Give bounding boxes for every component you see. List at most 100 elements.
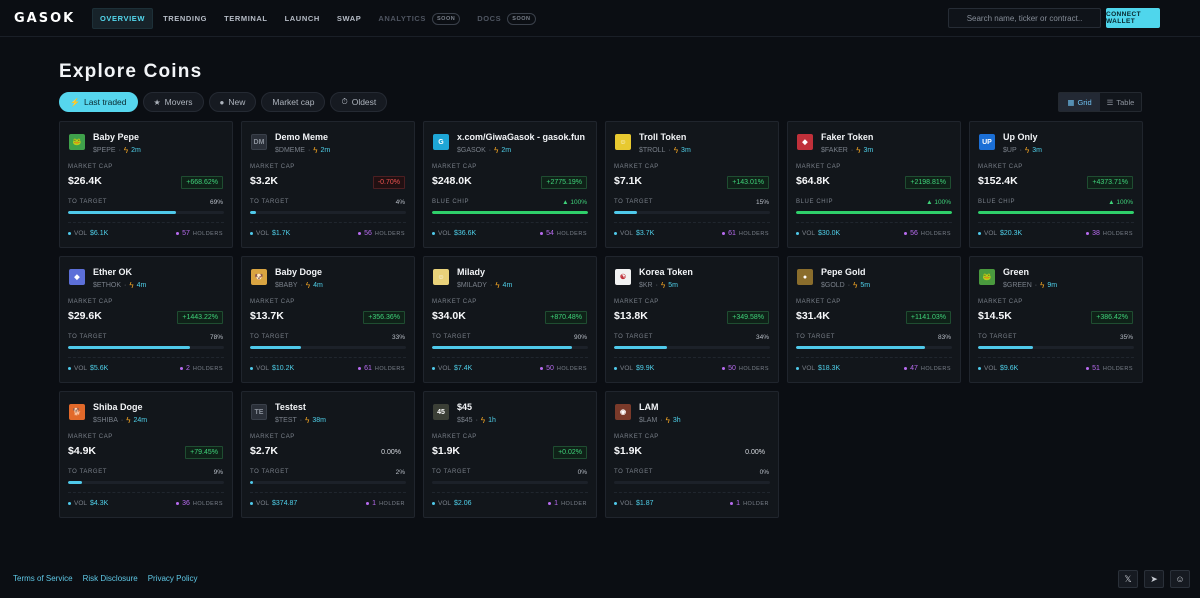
volume-dot-icon: [978, 232, 981, 235]
volume-value: $18.3K: [818, 365, 841, 372]
holders: 56 HOLDERS: [358, 230, 405, 237]
nav-swap[interactable]: SWAP: [330, 8, 369, 29]
coin-card[interactable]: TE Testest $TEST · ϟ 38m MARKET CAP $2.7…: [241, 391, 415, 518]
coin-age: 3m: [863, 147, 874, 154]
volume-dot-icon: [250, 502, 253, 505]
coin-card[interactable]: ◉ LAM $LAM · ϟ 3h MARKET CAP $1.9K 0.00%…: [605, 391, 779, 518]
coin-avatar: UP: [979, 134, 995, 150]
coin-card[interactable]: ◆ Ether OK $ETHOK · ϟ 4m MARKET CAP $29.…: [59, 256, 233, 383]
market-cap-value: $4.9K: [68, 445, 97, 457]
card-divider: [796, 222, 952, 223]
filter-market-cap[interactable]: Market cap: [261, 92, 326, 112]
coin-name: Shiba Doge: [93, 402, 143, 412]
holders-count: 47: [910, 365, 918, 372]
volume-value: $20.3K: [1000, 230, 1023, 237]
holders: 54 HOLDERS: [540, 230, 587, 237]
coin-avatar: G: [433, 134, 449, 150]
volume-dot-icon: [432, 502, 435, 505]
target-progress-fill: [796, 346, 926, 349]
volume-value: $5.6K: [90, 365, 109, 372]
target-label: TO TARGET: [432, 469, 472, 475]
coin-meta: $DMEME · ϟ 2m: [275, 146, 331, 155]
nav-terminal[interactable]: TERMINAL: [217, 8, 275, 29]
holders-count: 50: [546, 365, 554, 372]
market-cap-value: $13.7K: [250, 310, 284, 322]
nav-docs[interactable]: DOCS SOON: [470, 8, 542, 29]
table-view-button[interactable]: ☰ Table: [1100, 93, 1141, 111]
target-percent: 35%: [1119, 334, 1133, 341]
bot-icon[interactable]: ☺: [1170, 570, 1190, 588]
brand-logo[interactable]: GASOK: [14, 11, 75, 26]
coin-ticker: $ETHOK: [93, 282, 122, 289]
volume: VOL $7.4K: [432, 365, 472, 372]
bolt-icon: ϟ: [129, 281, 134, 290]
target-label: BLUE CHIP: [978, 199, 1016, 205]
coin-card[interactable]: ☺ Milady $MILADY · ϟ 4m MARKET CAP $34.0…: [423, 256, 597, 383]
volume: VOL $18.3K: [796, 365, 840, 372]
price-change-badge: 0.00%: [745, 449, 765, 456]
nav-trending[interactable]: TRENDING: [156, 8, 214, 29]
volume-dot-icon: [614, 232, 617, 235]
coin-card[interactable]: ◆ Faker Token $FAKER · ϟ 3m MARKET CAP $…: [787, 121, 961, 248]
bolt-icon: ϟ: [480, 416, 486, 425]
coin-card[interactable]: G x.com/GiwaGasok - gasok.fun $GASOK · ϟ…: [423, 121, 597, 248]
connect-wallet-button[interactable]: CONNECT WALLET: [1106, 8, 1160, 28]
card-divider: [614, 492, 770, 493]
card-divider: [614, 222, 770, 223]
card-divider: [432, 357, 588, 358]
holders-dot-icon: [180, 367, 183, 370]
coin-age: 4m: [136, 282, 147, 289]
grid-view-button[interactable]: ▦ Grid: [1059, 93, 1100, 111]
privacy-policy-link[interactable]: Privacy Policy: [148, 574, 198, 583]
holders-count: 36: [182, 500, 190, 507]
filter-oldest[interactable]: ⏱ Oldest: [330, 92, 388, 112]
coin-card[interactable]: 🐕 Shiba Doge $SHIBA · ϟ 24m MARKET CAP $…: [59, 391, 233, 518]
risk-disclosure-link[interactable]: Risk Disclosure: [83, 574, 138, 583]
bolt-icon: ϟ: [673, 146, 679, 155]
holders-label: HOLDERS: [1102, 230, 1133, 237]
nav-analytics[interactable]: ANALYTICS SOON: [371, 8, 467, 29]
coin-card[interactable]: 🐸 Green $GREEN · ϟ 9m MARKET CAP $14.5K …: [969, 256, 1143, 383]
market-cap-value: $29.6K: [68, 310, 102, 322]
search-input[interactable]: Search name, ticker or contract..: [948, 8, 1101, 28]
volume-value: $4.3K: [90, 500, 109, 507]
holders-dot-icon: [730, 502, 734, 505]
coin-card[interactable]: ☯ Korea Token $KR · ϟ 5m MARKET CAP $13.…: [605, 256, 779, 383]
card-divider: [796, 357, 952, 358]
volume-value: $1.87: [636, 500, 654, 507]
telegram-icon[interactable]: ➤: [1144, 570, 1164, 588]
holders-label: HOLDERS: [374, 365, 405, 372]
card-divider: [250, 222, 406, 223]
table-icon: ☰: [1106, 97, 1114, 107]
coin-card[interactable]: 45 $45 $$45 · ϟ 1h MARKET CAP $1.9K +0.0…: [423, 391, 597, 518]
coin-card[interactable]: ☺ Troll Token $TROLL · ϟ 3m MARKET CAP $…: [605, 121, 779, 248]
market-cap-label: MARKET CAP: [978, 164, 1023, 170]
filter-new[interactable]: ● New: [208, 92, 257, 112]
terms-link[interactable]: Terms of Service: [13, 574, 73, 583]
x-icon[interactable]: 𝕏: [1118, 570, 1138, 588]
coin-card[interactable]: UP Up Only $UP · ϟ 3m MARKET CAP $152.4K…: [969, 121, 1143, 248]
nav-launch[interactable]: LAUNCH: [278, 8, 327, 29]
volume-value: $6.1K: [90, 230, 109, 237]
target-label: TO TARGET: [796, 334, 836, 340]
market-cap-value: $1.9K: [614, 445, 643, 457]
market-cap-value: $13.8K: [614, 310, 648, 322]
filter-movers[interactable]: ★ Movers: [142, 92, 204, 112]
bolt-icon: ϟ: [856, 146, 861, 155]
price-change-badge: 0.00%: [381, 449, 401, 456]
target-label: TO TARGET: [432, 334, 472, 340]
coin-card[interactable]: 🐸 Baby Pepe $PEPE · ϟ 2m MARKET CAP $26.…: [59, 121, 233, 248]
market-cap-label: MARKET CAP: [250, 434, 295, 440]
coin-card[interactable]: DM Demo Meme $DMEME · ϟ 2m MARKET CAP $3…: [241, 121, 415, 248]
holders-dot-icon: [358, 367, 362, 370]
volume-dot-icon: [796, 367, 799, 370]
price-change-badge: +1443.22%: [177, 311, 223, 324]
nav-overview[interactable]: OVERVIEW: [92, 8, 154, 29]
volume: VOL $6.1K: [68, 230, 108, 237]
coin-age: 1h: [488, 417, 496, 424]
coin-card[interactable]: 🐶 Baby Doge $BABY · ϟ 4m MARKET CAP $13.…: [241, 256, 415, 383]
coin-card[interactable]: ● Pepe Gold $GOLD · ϟ 5m MARKET CAP $31.…: [787, 256, 961, 383]
card-divider: [250, 357, 406, 358]
volume-dot-icon: [68, 367, 71, 370]
filter-last-traded[interactable]: ⚡ Last traded: [59, 92, 138, 112]
